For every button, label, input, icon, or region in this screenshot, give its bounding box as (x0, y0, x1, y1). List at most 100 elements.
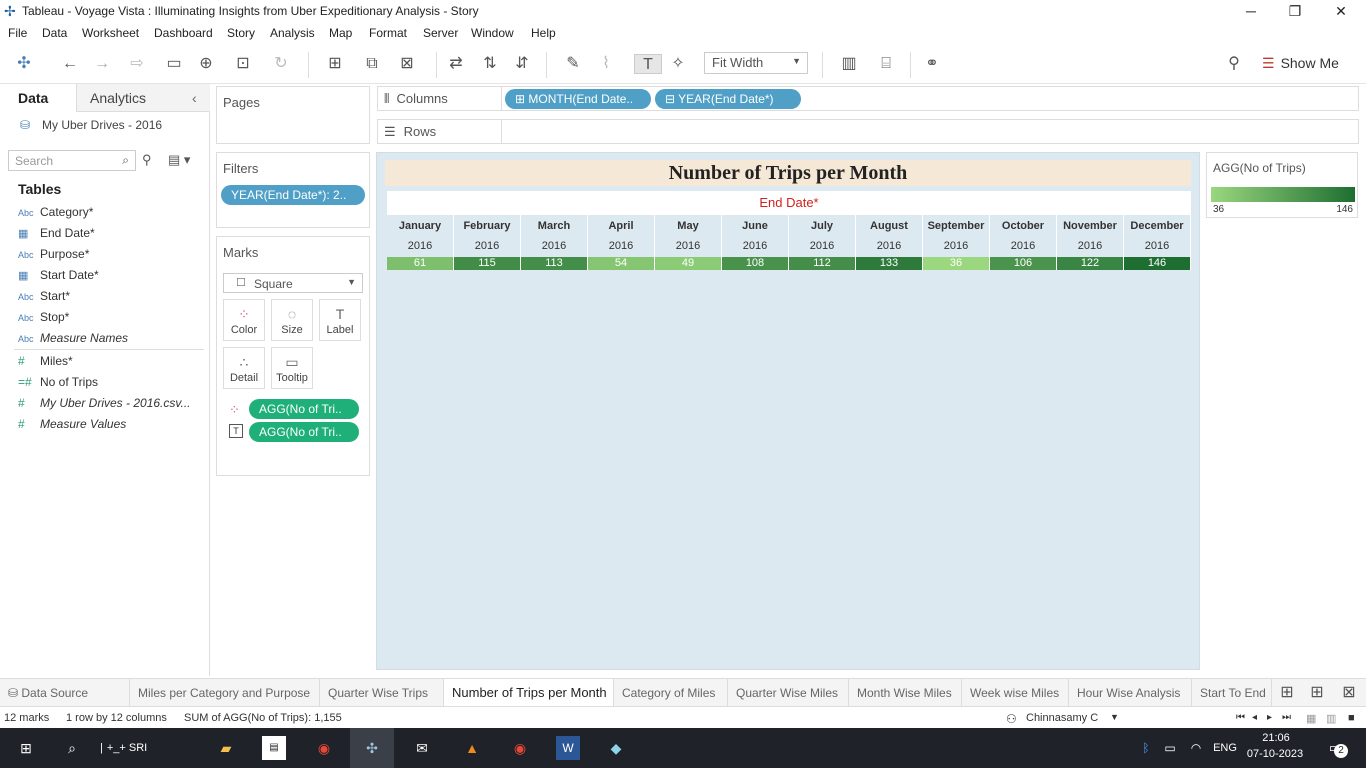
filter-pill-year[interactable]: YEAR(End Date*): 2.. (221, 185, 365, 205)
pin-icon[interactable]: ✧ (668, 54, 688, 74)
sort-descending-icon[interactable]: ⇵ (512, 54, 532, 74)
menu-story[interactable]: Story (227, 26, 255, 40)
pause-updates-icon[interactable]: ⊡ (228, 54, 258, 74)
column-pill-month[interactable]: ⊞ MONTH(End Date.. (505, 89, 651, 109)
month-header-august[interactable]: August 2016 (856, 215, 923, 257)
trip-count-cell[interactable]: 54 (588, 257, 655, 270)
tab-category-of-miles[interactable]: Category of Miles (614, 679, 728, 707)
menu-analysis[interactable]: Analysis (270, 26, 315, 40)
status-user[interactable]: Chinnasamy C (1026, 712, 1098, 724)
clear-sheet-icon[interactable]: ⊠ (392, 54, 422, 74)
trip-count-cell[interactable]: 112 (789, 257, 856, 270)
tab-miles-per-category[interactable]: Miles per Category and Purpose (130, 679, 320, 707)
field-no-of-trips[interactable]: =# No of Trips (18, 375, 98, 389)
tab-data[interactable]: Data (18, 90, 48, 106)
app-icon[interactable]: ▤ (262, 736, 286, 760)
field-category[interactable]: Abc Category* (18, 205, 93, 219)
month-header-april[interactable]: April 2016 (588, 215, 655, 257)
bluetooth-icon[interactable]: ᛒ (1138, 736, 1154, 760)
collapse-pane-icon[interactable]: ‹ (192, 90, 197, 106)
field-measure-values[interactable]: # Measure Values (18, 417, 126, 431)
field-end-date[interactable]: ▦ End Date* (18, 226, 95, 240)
month-header-february[interactable]: February 2016 (454, 215, 521, 257)
tableau-taskbar-icon[interactable]: ✣ (350, 728, 394, 768)
month-header-march[interactable]: March 2016 (521, 215, 588, 257)
sort-ascending-icon[interactable]: ⇅ (480, 54, 500, 74)
tab-quarter-wise-miles[interactable]: Quarter Wise Miles (728, 679, 849, 707)
trip-count-cell[interactable]: 36 (923, 257, 990, 270)
highlight-icon[interactable]: ✎ (558, 54, 588, 74)
fit-width-select[interactable]: Fit Width ▼ (704, 52, 808, 74)
chrome-profile-icon[interactable]: ◉ (508, 736, 532, 760)
word-icon[interactable]: W (556, 736, 580, 760)
windows-start-icon[interactable]: ⊞ (14, 736, 38, 760)
clock-date[interactable]: 07-10-2023 (1244, 746, 1306, 770)
tooltip-button[interactable]: ▭ Tooltip (271, 347, 313, 389)
color-pill-agg-trips[interactable]: AGG(No of Tri.. (249, 399, 359, 419)
show-me-button[interactable]: ☰ Show Me (1262, 55, 1339, 72)
minimize-button[interactable]: ─ (1228, 0, 1274, 24)
columns-shelf[interactable]: ⫴ Columns ⊞ MONTH(End Date.. ⊟ YEAR(End D… (377, 86, 1359, 111)
field-stop[interactable]: Abc Stop* (18, 310, 69, 324)
menu-server[interactable]: Server (423, 26, 458, 40)
month-header-june[interactable]: June 2016 (722, 215, 789, 257)
month-header-january[interactable]: January 2016 (387, 215, 454, 257)
menu-worksheet[interactable]: Worksheet (82, 26, 139, 40)
menu-window[interactable]: Window (471, 26, 514, 40)
prev-page-icon[interactable]: ◂ (1252, 712, 1257, 723)
share-icon[interactable]: ⚭ (922, 54, 942, 74)
month-header-december[interactable]: December 2016 (1124, 215, 1191, 257)
trip-count-cell[interactable]: 115 (454, 257, 521, 270)
field-start[interactable]: Abc Start* (18, 289, 70, 303)
tab-hour-wise-analysis[interactable]: Hour Wise Analysis (1069, 679, 1192, 707)
detail-button[interactable]: ∴ Detail (223, 347, 265, 389)
next-page-icon[interactable]: ▸ (1267, 712, 1272, 723)
field-count[interactable]: # My Uber Drives - 2016.csv... (18, 396, 190, 410)
paint-icon[interactable]: ⚲ (1224, 54, 1244, 74)
show-mark-labels-icon[interactable]: T (634, 54, 662, 74)
new-worksheet-icon[interactable]: ⊞ (1278, 683, 1296, 703)
menu-format[interactable]: Format (369, 26, 407, 40)
filmstrip-icon[interactable]: ▥ (1326, 712, 1336, 725)
tab-start-to-end[interactable]: Start To End (1192, 679, 1272, 707)
search-icon[interactable]: ⌕ (60, 736, 84, 760)
tab-month-wise-miles[interactable]: Month Wise Miles (849, 679, 962, 707)
menu-data[interactable]: Data (42, 26, 67, 40)
grid-view-icon[interactable]: ▦ (1306, 712, 1316, 725)
new-datasource-icon[interactable]: ⊕ (196, 54, 216, 74)
chevron-down-icon[interactable]: ▼ (1110, 712, 1119, 722)
field-miles[interactable]: # Miles* (18, 354, 73, 368)
attach-icon[interactable]: ⌇ (596, 54, 616, 74)
size-button[interactable]: ◌ Size (271, 299, 313, 341)
month-header-september[interactable]: September 2016 (923, 215, 990, 257)
trip-count-cell[interactable]: 133 (856, 257, 923, 270)
month-header-october[interactable]: October 2016 (990, 215, 1057, 257)
field-start-date[interactable]: ▦ Start Date* (18, 268, 99, 282)
language-indicator[interactable]: ENG (1210, 736, 1240, 760)
new-dashboard-icon[interactable]: ⊞ (1308, 683, 1326, 703)
color-button[interactable]: ⁘ Color (223, 299, 265, 341)
file-explorer-icon[interactable]: ▰ (214, 736, 238, 760)
tab-quarter-wise-trips[interactable]: Quarter Wise Trips (320, 679, 444, 707)
trip-count-cell[interactable]: 106 (990, 257, 1057, 270)
wifi-icon[interactable]: ◠ (1186, 736, 1206, 760)
trip-count-cell[interactable]: 49 (655, 257, 722, 270)
trip-count-cell[interactable]: 61 (387, 257, 454, 270)
mail-icon[interactable]: ✉ (410, 736, 434, 760)
pages-card[interactable]: Pages (216, 86, 370, 144)
month-header-may[interactable]: May 2016 (655, 215, 722, 257)
refresh-icon[interactable]: ↻ (266, 54, 296, 74)
vlc-icon[interactable]: ▲ (460, 736, 484, 760)
month-header-november[interactable]: November 2016 (1057, 215, 1124, 257)
duplicate-icon[interactable]: ⧉ (362, 54, 382, 74)
menu-map[interactable]: Map (329, 26, 352, 40)
datasource-name[interactable]: My Uber Drives - 2016 (42, 118, 162, 132)
tab-week-wise-miles[interactable]: Week wise Miles (962, 679, 1069, 707)
chrome-icon[interactable]: ◉ (312, 736, 336, 760)
menu-dashboard[interactable]: Dashboard (154, 26, 213, 40)
view-options-icon[interactable]: ▤ ▾ (168, 152, 190, 168)
trip-count-cell[interactable]: 146 (1124, 257, 1191, 270)
search-input[interactable]: Search ⌕ (8, 150, 136, 171)
trip-count-cell[interactable]: 108 (722, 257, 789, 270)
trip-count-cell[interactable]: 113 (521, 257, 588, 270)
